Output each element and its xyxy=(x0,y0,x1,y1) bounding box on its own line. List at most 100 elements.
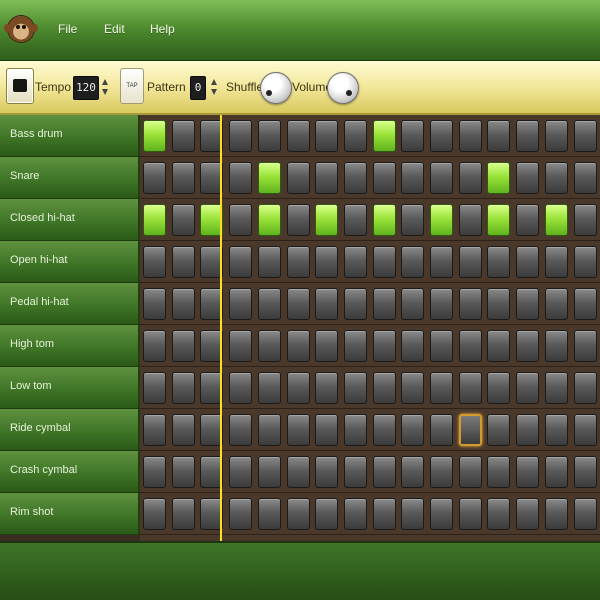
step-button[interactable] xyxy=(459,120,482,152)
step-button[interactable] xyxy=(143,330,166,362)
step-button[interactable] xyxy=(373,498,396,530)
step-button[interactable] xyxy=(401,246,424,278)
step-button[interactable] xyxy=(373,288,396,320)
step-button[interactable] xyxy=(545,162,568,194)
step-button[interactable] xyxy=(258,120,281,152)
step-button[interactable] xyxy=(574,120,597,152)
instrument-lane[interactable]: Ride cymbal xyxy=(0,409,140,451)
step-button[interactable] xyxy=(574,246,597,278)
step-button[interactable] xyxy=(430,414,453,446)
step-button[interactable] xyxy=(143,498,166,530)
step-button[interactable] xyxy=(172,246,195,278)
step-button[interactable] xyxy=(344,246,367,278)
step-button[interactable] xyxy=(258,330,281,362)
step-button[interactable] xyxy=(401,204,424,236)
step-button[interactable] xyxy=(430,162,453,194)
step-button[interactable] xyxy=(574,204,597,236)
step-button[interactable] xyxy=(430,204,453,236)
step-button[interactable] xyxy=(315,288,338,320)
step-button[interactable] xyxy=(373,246,396,278)
instrument-lane[interactable]: Low tom xyxy=(0,367,140,409)
pattern-input[interactable]: 0 xyxy=(190,76,206,100)
step-button[interactable] xyxy=(487,372,510,404)
step-button[interactable] xyxy=(258,372,281,404)
step-button[interactable] xyxy=(315,204,338,236)
step-button[interactable] xyxy=(401,120,424,152)
step-button[interactable] xyxy=(487,456,510,488)
step-button[interactable] xyxy=(258,288,281,320)
step-button[interactable] xyxy=(487,414,510,446)
step-button[interactable] xyxy=(229,330,252,362)
step-button[interactable] xyxy=(430,456,453,488)
step-button[interactable] xyxy=(574,456,597,488)
step-button[interactable] xyxy=(229,204,252,236)
menu-file[interactable]: File xyxy=(58,22,77,36)
instrument-lane[interactable]: Crash cymbal xyxy=(0,451,140,493)
step-button[interactable] xyxy=(258,162,281,194)
tempo-input[interactable]: 120 xyxy=(73,76,99,100)
step-button[interactable] xyxy=(487,246,510,278)
step-button[interactable] xyxy=(143,204,166,236)
step-button[interactable] xyxy=(459,498,482,530)
step-button[interactable] xyxy=(258,498,281,530)
step-button[interactable] xyxy=(430,372,453,404)
step-button[interactable] xyxy=(574,498,597,530)
step-button[interactable] xyxy=(344,456,367,488)
step-button[interactable] xyxy=(545,330,568,362)
step-button[interactable] xyxy=(459,456,482,488)
step-button[interactable] xyxy=(315,414,338,446)
stop-button[interactable] xyxy=(6,68,34,104)
tap-button[interactable]: TAP xyxy=(120,68,144,104)
arrow-up-icon[interactable] xyxy=(102,79,108,85)
step-button[interactable] xyxy=(229,372,252,404)
step-button[interactable] xyxy=(516,162,539,194)
step-button[interactable] xyxy=(487,498,510,530)
step-button[interactable] xyxy=(287,330,310,362)
step-button[interactable] xyxy=(258,414,281,446)
step-button[interactable] xyxy=(373,456,396,488)
shuffle-knob[interactable] xyxy=(260,72,292,104)
step-button[interactable] xyxy=(344,414,367,446)
step-button[interactable] xyxy=(545,204,568,236)
step-button[interactable] xyxy=(172,162,195,194)
step-button[interactable] xyxy=(172,372,195,404)
step-button[interactable] xyxy=(373,120,396,152)
menu-edit[interactable]: Edit xyxy=(104,22,125,36)
step-button[interactable] xyxy=(487,204,510,236)
step-button[interactable] xyxy=(315,246,338,278)
step-button[interactable] xyxy=(287,456,310,488)
step-button[interactable] xyxy=(287,246,310,278)
step-button[interactable] xyxy=(401,288,424,320)
step-button[interactable] xyxy=(430,120,453,152)
step-button[interactable] xyxy=(545,498,568,530)
step-button[interactable] xyxy=(459,204,482,236)
step-button[interactable] xyxy=(287,414,310,446)
step-button[interactable] xyxy=(574,288,597,320)
arrow-down-icon[interactable] xyxy=(102,89,108,95)
step-button[interactable] xyxy=(574,414,597,446)
step-button[interactable] xyxy=(459,162,482,194)
step-button[interactable] xyxy=(344,120,367,152)
step-button[interactable] xyxy=(229,414,252,446)
step-button[interactable] xyxy=(172,498,195,530)
step-button[interactable] xyxy=(287,498,310,530)
step-button[interactable] xyxy=(172,120,195,152)
step-button[interactable] xyxy=(516,456,539,488)
step-button[interactable] xyxy=(430,498,453,530)
step-button[interactable] xyxy=(516,120,539,152)
step-button[interactable] xyxy=(545,246,568,278)
step-button[interactable] xyxy=(516,288,539,320)
step-button[interactable] xyxy=(143,288,166,320)
instrument-lane[interactable]: Rim shot xyxy=(0,493,140,535)
step-button[interactable] xyxy=(545,288,568,320)
step-button[interactable] xyxy=(487,288,510,320)
step-button[interactable] xyxy=(172,456,195,488)
step-button[interactable] xyxy=(143,372,166,404)
step-button[interactable] xyxy=(315,456,338,488)
step-button[interactable] xyxy=(143,456,166,488)
step-button[interactable] xyxy=(487,162,510,194)
step-button[interactable] xyxy=(516,246,539,278)
step-button[interactable] xyxy=(516,498,539,530)
step-button[interactable] xyxy=(373,162,396,194)
step-button[interactable] xyxy=(287,288,310,320)
